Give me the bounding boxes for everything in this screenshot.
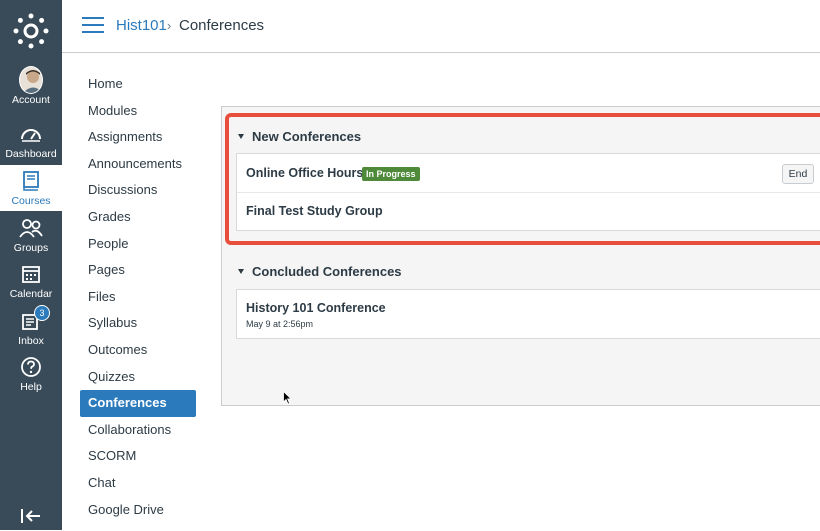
conference-date: May 9 at 2:56pm: [246, 319, 314, 329]
list-item[interactable]: History 101 Conference May 9 at 2:56pm: [237, 290, 820, 338]
course-nav-people[interactable]: People: [80, 231, 196, 258]
global-nav: Account Dashboard Courses Groups Calenda…: [0, 0, 62, 530]
course-nav-quizzes[interactable]: Quizzes: [80, 364, 196, 391]
groups-icon: [19, 216, 43, 240]
nav-groups[interactable]: Groups: [0, 216, 62, 262]
course-nav-home[interactable]: Home: [80, 71, 196, 98]
course-nav-announcements[interactable]: Announcements: [80, 151, 196, 178]
course-nav-collaborations[interactable]: Collaborations: [80, 417, 196, 444]
breadcrumb-course[interactable]: Hist101: [116, 17, 167, 34]
nav-label: Calendar: [9, 288, 53, 300]
nav-label: Inbox: [18, 335, 44, 347]
conference-title[interactable]: Final Test Study Group: [246, 204, 383, 218]
hamburger-menu-icon[interactable]: [82, 17, 104, 35]
course-nav-pages[interactable]: Pages: [80, 257, 196, 284]
nav-label: Groups: [13, 242, 49, 254]
nav-label: Dashboard: [5, 148, 57, 160]
caret-down-icon: [238, 134, 244, 139]
conference-title[interactable]: Online Office Hours: [246, 166, 363, 180]
course-nav-google-drive[interactable]: Google Drive: [80, 497, 196, 524]
concluded-conferences-toggle[interactable]: Concluded Conferences: [238, 264, 402, 279]
course-nav-chat[interactable]: Chat: [80, 470, 196, 497]
inbox-unread-badge: 3: [34, 305, 50, 321]
nav-label: Courses: [11, 195, 51, 207]
list-item[interactable]: Online Office Hours In Progress End: [237, 154, 820, 193]
canvas-logo[interactable]: [12, 12, 50, 50]
new-conferences-toggle[interactable]: New Conferences: [238, 129, 361, 144]
new-conferences-list: Online Office Hours In Progress End Fina…: [236, 153, 820, 231]
caret-down-icon: [238, 269, 244, 274]
collapse-nav-icon[interactable]: [20, 506, 42, 526]
list-item[interactable]: Final Test Study Group: [237, 193, 820, 230]
course-nav-conferences[interactable]: Conferences: [80, 390, 196, 417]
nav-dashboard[interactable]: Dashboard: [0, 122, 62, 168]
nav-inbox[interactable]: 3 Inbox: [0, 305, 62, 355]
course-nav-files[interactable]: Files: [80, 284, 196, 311]
course-nav: Home Modules Assignments Announcements D…: [80, 71, 196, 523]
course-nav-discussions[interactable]: Discussions: [80, 177, 196, 204]
course-nav-assignments[interactable]: Assignments: [80, 124, 196, 151]
conferences-panel: New Conferences Online Office Hours In P…: [221, 106, 820, 406]
mouse-cursor-icon: [283, 390, 293, 405]
status-badge: In Progress: [362, 167, 420, 181]
end-conference-button[interactable]: End: [782, 164, 814, 184]
dashboard-icon: [19, 122, 43, 146]
nav-help[interactable]: Help: [0, 355, 62, 401]
courses-icon: [19, 169, 43, 193]
nav-label: Account: [12, 94, 50, 106]
help-icon: [19, 355, 43, 379]
conference-title[interactable]: History 101 Conference: [246, 301, 386, 315]
course-nav-syllabus[interactable]: Syllabus: [80, 310, 196, 337]
avatar: [19, 66, 43, 94]
concluded-conferences-list: History 101 Conference May 9 at 2:56pm: [236, 289, 820, 339]
concluded-conferences-heading: Concluded Conferences: [252, 264, 402, 279]
calendar-icon: [19, 262, 43, 286]
course-nav-grades[interactable]: Grades: [80, 204, 196, 231]
new-conferences-heading: New Conferences: [252, 129, 362, 144]
page-header: Hist101 › Conferences: [62, 0, 820, 53]
course-nav-outcomes[interactable]: Outcomes: [80, 337, 196, 364]
course-nav-scorm[interactable]: SCORM: [80, 443, 196, 470]
course-nav-modules[interactable]: Modules: [80, 98, 196, 125]
nav-label: Help: [20, 381, 42, 393]
breadcrumb-current: Conferences: [179, 17, 265, 34]
nav-courses[interactable]: Courses: [0, 165, 62, 211]
breadcrumb-separator: ›: [167, 18, 172, 33]
nav-account[interactable]: Account: [0, 66, 62, 114]
nav-calendar[interactable]: Calendar: [0, 262, 62, 308]
